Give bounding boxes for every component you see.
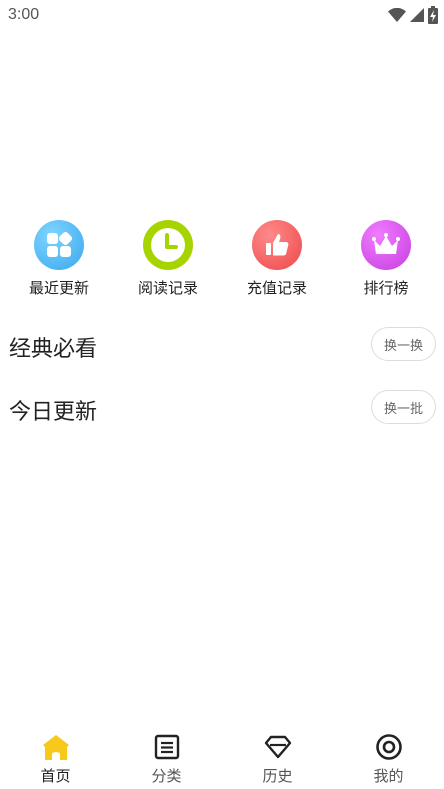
cell-signal-icon: [410, 8, 424, 22]
bottom-tab-bar: 首页 分类 历史 我的: [0, 726, 444, 789]
quick-actions: 最近更新 阅读记录 充值记录 排行榜: [0, 220, 444, 300]
tab-label: 我的: [373, 767, 404, 785]
tab-label: 分类: [151, 767, 182, 785]
diamond-icon: [263, 732, 293, 762]
section-title: 今日更新: [9, 400, 98, 425]
quick-action-recent-updates[interactable]: 最近更新: [4, 220, 114, 298]
tab-home[interactable]: 首页: [0, 726, 111, 789]
clock-icon: [143, 220, 193, 270]
quick-action-recharge-history[interactable]: 充值记录: [222, 220, 332, 298]
section-today-updates: 今日更新 换一批: [0, 390, 444, 430]
shuffle-button[interactable]: 换一换: [371, 327, 436, 361]
profile-circle-icon: [374, 732, 404, 762]
quick-action-label: 最近更新: [28, 279, 89, 297]
status-time: 3:00: [8, 6, 40, 23]
quick-action-reading-history[interactable]: 阅读记录: [113, 220, 223, 298]
quick-action-label: 充值记录: [246, 279, 307, 297]
quick-action-rankings[interactable]: 排行榜: [331, 220, 441, 298]
tab-label: 历史: [262, 767, 293, 785]
crown-icon: [361, 220, 411, 270]
quick-action-label: 阅读记录: [137, 279, 198, 297]
tab-category[interactable]: 分类: [111, 726, 222, 789]
battery-charging-icon: [428, 6, 438, 24]
tab-history[interactable]: 历史: [222, 726, 333, 789]
wifi-icon: [388, 8, 406, 22]
tab-mine[interactable]: 我的: [333, 726, 444, 789]
home-icon: [41, 732, 71, 762]
section-classic: 经典必看 换一换: [0, 327, 444, 367]
thumbs-up-icon: [252, 220, 302, 270]
category-list-icon: [152, 732, 182, 762]
status-bar: 3:00: [0, 0, 444, 32]
quick-action-label: 排行榜: [363, 279, 409, 297]
section-title: 经典必看: [9, 337, 98, 362]
refresh-batch-button[interactable]: 换一批: [371, 390, 436, 424]
grid-apps-icon: [34, 220, 84, 270]
status-icons: [388, 6, 438, 24]
banner-area[interactable]: [0, 32, 444, 212]
tab-label: 首页: [40, 767, 71, 785]
